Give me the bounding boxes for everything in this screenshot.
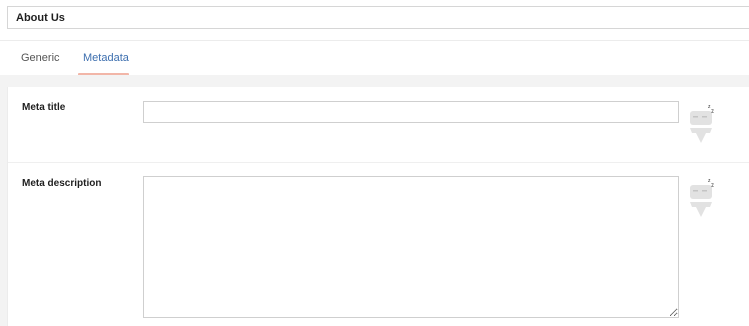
page-title: About Us (16, 11, 65, 24)
meta-title-label: Meta title (22, 102, 66, 113)
meta-title-input[interactable] (143, 101, 679, 123)
meta-description-input[interactable] (143, 176, 679, 318)
page-title-field[interactable]: About Us (7, 6, 749, 29)
meta-description-label: Meta description (22, 178, 102, 189)
sleeping-robot-icon: z z z (682, 102, 718, 146)
tab-generic[interactable]: Generic (21, 52, 60, 64)
tab-bar: Generic Metadata (0, 40, 749, 76)
tab-metadata[interactable]: Metadata (83, 52, 129, 64)
page: About Us Generic Metadata Meta title z z… (0, 0, 749, 326)
content-area: Meta title z z z Meta description z (0, 75, 749, 326)
row-divider (8, 162, 749, 163)
sleeping-robot-icon: z z z (682, 176, 718, 220)
metadata-panel: Meta title z z z Meta description z (7, 87, 749, 326)
